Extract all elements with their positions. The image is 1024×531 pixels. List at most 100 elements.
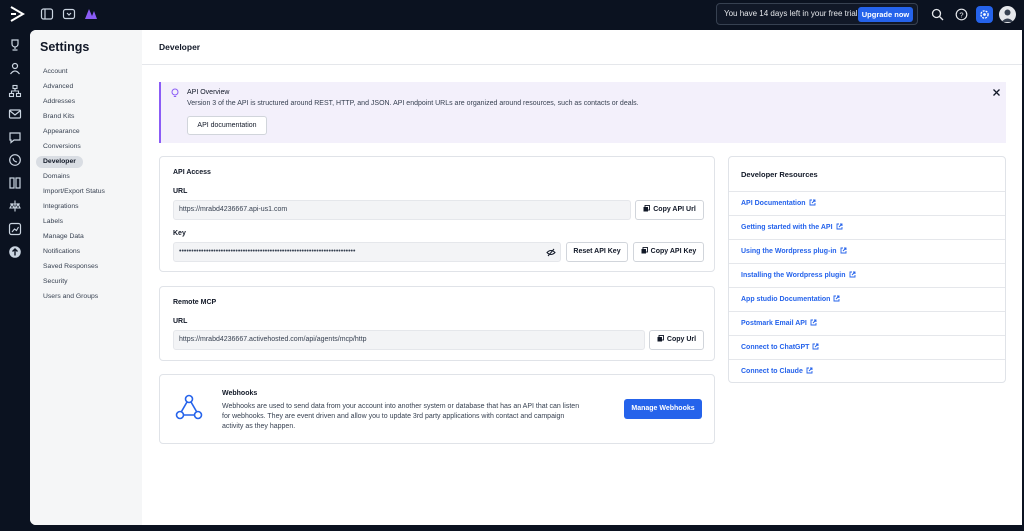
resource-link-label: Connect to Claude	[741, 368, 803, 375]
upload-icon[interactable]	[8, 245, 22, 259]
external-link-icon	[809, 199, 816, 206]
api-url-label: URL	[173, 188, 188, 195]
nav-item-labels[interactable]: Labels	[36, 216, 70, 228]
nav-item-developer[interactable]: Developer	[36, 156, 83, 168]
external-link-icon	[836, 223, 842, 230]
trophy-icon[interactable]	[8, 38, 22, 52]
contacts-icon[interactable]	[8, 61, 22, 75]
copy-api-url-button[interactable]: Copy API Url	[635, 200, 704, 220]
nav-item-security[interactable]: Security	[36, 276, 75, 288]
conversations-icon[interactable]	[8, 130, 22, 144]
resource-row: Using the Wordpress plug-in	[729, 239, 1005, 263]
trial-banner: You have 14 days left in your free trial…	[716, 3, 918, 25]
lightbulb-icon	[171, 88, 179, 97]
resource-row: Installing the Wordpress plugin	[729, 263, 1005, 287]
external-link-icon	[810, 319, 817, 326]
nav-item-integrations[interactable]: Integrations	[36, 201, 86, 213]
resource-link-claude[interactable]: Connect to Claude	[741, 367, 813, 375]
email-icon[interactable]	[8, 107, 22, 121]
nav-item-import-export-status[interactable]: Import/Export Status	[36, 186, 112, 198]
resource-row: Getting started with the API	[729, 215, 1005, 239]
webhooks-description: Webhooks are used to send data from your…	[222, 402, 614, 432]
nav-item-users-and-groups[interactable]: Users and Groups	[36, 291, 105, 303]
inbox-icon[interactable]	[62, 7, 76, 21]
api-documentation-button[interactable]: API documentation	[187, 116, 267, 135]
copy-api-key-button[interactable]: Copy API Key	[633, 242, 704, 262]
external-link-icon	[834, 295, 840, 302]
nav-item-notifications[interactable]: Notifications	[36, 246, 87, 258]
webhook-icon	[175, 394, 203, 420]
automations-icon[interactable]	[8, 84, 22, 98]
settings-button[interactable]	[976, 6, 993, 23]
copy-mcp-url-button[interactable]: Copy Url	[649, 330, 704, 350]
user-avatar-icon	[1001, 9, 1014, 22]
resource-link-label: Getting started with the API	[741, 224, 833, 231]
external-link-icon	[806, 367, 813, 374]
page-title: Developer	[159, 42, 201, 52]
search-icon[interactable]	[931, 8, 944, 21]
activecampaign-logo-icon[interactable]	[8, 5, 26, 23]
nav-item-addresses[interactable]: Addresses	[36, 96, 82, 108]
resource-row: Connect to Claude	[729, 359, 1005, 383]
resource-link-label: Postmark Email API	[741, 320, 807, 327]
resource-link-getting-started[interactable]: Getting started with the API	[741, 223, 843, 231]
copy-api-key-label: Copy API Key	[650, 248, 697, 255]
resource-link-label: API Documentation	[741, 200, 806, 207]
api-key-label: Key	[173, 230, 186, 237]
nav-item-conversions[interactable]: Conversions	[36, 141, 88, 153]
reports-icon[interactable]	[8, 222, 22, 236]
resource-link-label: Connect to ChatGPT	[741, 344, 810, 351]
remote-mcp-title: Remote MCP	[173, 299, 217, 306]
sidebar-toggle-icon[interactable]	[40, 7, 54, 21]
resource-link-postmark[interactable]: Postmark Email API	[741, 319, 817, 327]
external-link-icon	[840, 247, 846, 254]
manage-webhooks-button[interactable]: Manage Webhooks	[624, 399, 702, 419]
nav-item-saved-responses[interactable]: Saved Responses	[36, 261, 105, 273]
webhooks-description-line: Webhooks are used to send data from your…	[222, 403, 580, 410]
reset-api-key-button[interactable]: Reset API Key	[566, 242, 628, 262]
gear-icon	[980, 10, 989, 19]
developer-page: Developer API Overview Version 3 of the …	[142, 30, 1022, 525]
close-icon[interactable]	[992, 88, 1001, 97]
svg-text:?: ?	[959, 10, 963, 19]
resource-link-label: Using the Wordpress plug-in	[741, 248, 837, 255]
nav-item-account[interactable]: Account	[36, 66, 75, 78]
resource-link-label: Installing the Wordpress plugin	[741, 272, 846, 279]
apps-icon[interactable]	[84, 7, 98, 21]
pages-icon[interactable]	[8, 176, 22, 190]
webhooks-card: Webhooks Webhooks are used to send data …	[159, 374, 715, 444]
resource-link-app-studio[interactable]: App studio Documentation	[741, 295, 840, 303]
mcp-url-label: URL	[173, 318, 188, 325]
webhooks-title: Webhooks	[222, 390, 258, 397]
api-overview-banner: API Overview Version 3 of the API is str…	[159, 82, 1006, 143]
settings-nav: Settings Account Advanced Addresses Bran…	[30, 30, 142, 525]
nav-item-appearance[interactable]: Appearance	[36, 126, 87, 138]
nav-item-manage-data[interactable]: Manage Data	[36, 231, 91, 243]
copy-api-url-label: Copy API Url	[653, 206, 696, 213]
top-bar: You have 14 days left in your free trial…	[0, 0, 1024, 30]
api-url-field[interactable]: https://mrabd4236667.api-us1.com	[173, 200, 631, 220]
remote-mcp-card: Remote MCP URL https://mrabd4236667.acti…	[159, 286, 715, 361]
avatar[interactable]	[999, 6, 1016, 23]
header-divider	[142, 64, 1022, 65]
upgrade-button[interactable]: Upgrade now	[858, 7, 913, 22]
copy-icon	[643, 205, 651, 212]
resource-link-installing-wordpress[interactable]: Installing the Wordpress plugin	[741, 271, 856, 279]
resource-link-api-documentation[interactable]: API Documentation	[741, 199, 816, 207]
api-access-card: API Access URL https://mrabd4236667.api-…	[159, 156, 715, 272]
help-icon[interactable]: ?	[955, 8, 968, 21]
api-key-field[interactable]: ••••••••••••••••••••••••••••••••••••••••…	[173, 242, 561, 262]
api-key-value: ••••••••••••••••••••••••••••••••••••••••…	[179, 248, 356, 255]
deals-icon[interactable]	[8, 199, 22, 213]
nav-item-advanced[interactable]: Advanced	[36, 81, 80, 93]
banner-text: Version 3 of the API is structured aroun…	[187, 100, 639, 107]
banner-title: API Overview	[187, 89, 230, 96]
whatsapp-icon[interactable]	[8, 153, 22, 167]
nav-item-brand-kits[interactable]: Brand Kits	[36, 111, 81, 123]
resource-link-chatgpt[interactable]: Connect to ChatGPT	[741, 343, 819, 351]
nav-item-domains[interactable]: Domains	[36, 171, 77, 183]
settings-panel: Settings Account Advanced Addresses Bran…	[30, 30, 1022, 525]
resource-link-wordpress-plugin[interactable]: Using the Wordpress plug-in	[741, 247, 847, 255]
mcp-url-field[interactable]: https://mrabd4236667.activehosted.com/ap…	[173, 330, 645, 350]
hide-visibility-icon[interactable]	[546, 248, 556, 257]
